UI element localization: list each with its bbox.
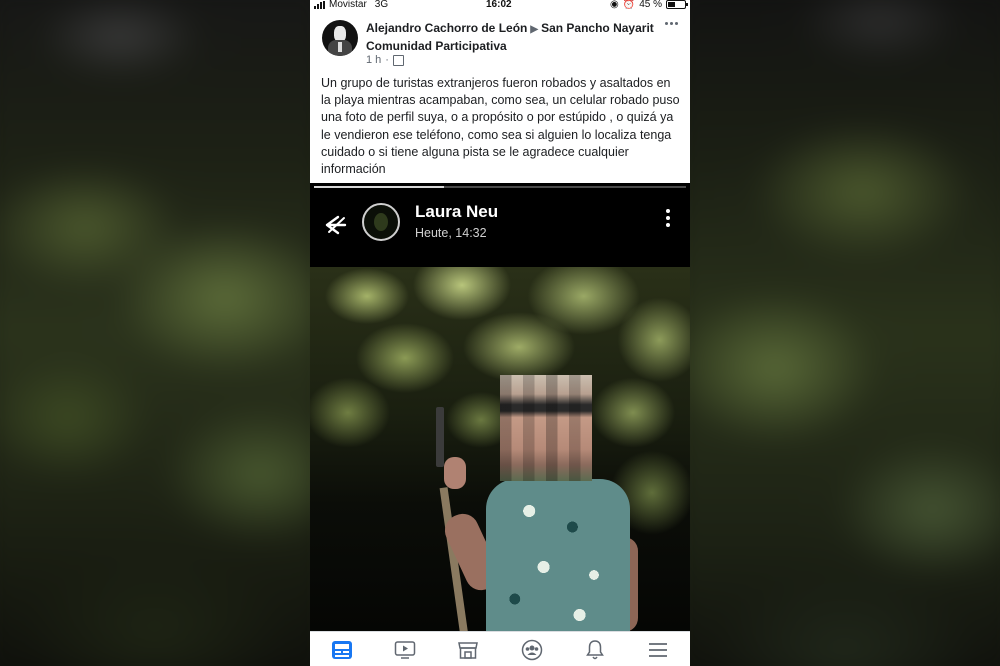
story-progress-bar [314, 186, 686, 188]
author-line: Alejandro Cachorro de León ▶ San Pancho Na… [366, 20, 666, 54]
story-time: Heute, 14:32 [415, 226, 487, 240]
post-meta: 1 h · [366, 54, 404, 66]
signal-icon [314, 0, 325, 9]
post-time[interactable]: 1 h [366, 54, 381, 66]
clock: 16:02 [486, 0, 512, 10]
phone-screenshot: Movistar 3G 16:02 ◉ ⏰ 45 % Alejandro Cac… [310, 0, 690, 666]
more-options-icon[interactable] [665, 22, 678, 25]
blurred-backdrop-right [690, 0, 1000, 666]
audience-icon [392, 54, 404, 66]
watch-icon[interactable] [391, 638, 419, 662]
story-more-icon[interactable] [666, 209, 670, 227]
marketplace-icon[interactable] [454, 638, 482, 662]
post-text: Un grupo de turistas extranjeros fueron … [321, 76, 680, 177]
pixelated-face [500, 375, 592, 481]
story-avatar[interactable] [362, 203, 400, 241]
story-progress-fill [314, 186, 445, 188]
blurred-backdrop-left [0, 0, 310, 666]
author-avatar[interactable] [322, 20, 358, 56]
lock-rotation-icon: ◉ [610, 0, 619, 10]
story-photo [310, 267, 690, 631]
alarm-icon: ⏰ [622, 0, 636, 10]
news-feed-icon[interactable] [328, 638, 356, 662]
story-header: Laura Neu Heute, 14:32 [310, 189, 690, 267]
network-type: 3G [374, 0, 389, 10]
notifications-bell-icon[interactable] [581, 638, 609, 662]
share-arrow-icon: ▶ [530, 24, 539, 35]
battery-percent: 45 % [639, 0, 662, 10]
back-arrow-icon[interactable] [324, 213, 348, 237]
status-bar: Movistar 3G 16:02 ◉ ⏰ 45 % [310, 0, 690, 12]
groups-icon[interactable] [518, 638, 546, 662]
post-header: Alejandro Cachorro de León ▶ San Pancho Na… [310, 14, 690, 70]
shared-story-image[interactable]: Laura Neu Heute, 14:32 [310, 183, 690, 631]
bottom-nav-bar [310, 631, 690, 666]
story-user-name[interactable]: Laura Neu [415, 202, 498, 222]
menu-icon[interactable] [644, 638, 672, 662]
carrier-name: Movistar [329, 0, 367, 10]
battery-icon [666, 0, 688, 9]
author-name[interactable]: Alejandro Cachorro de León [366, 21, 527, 35]
